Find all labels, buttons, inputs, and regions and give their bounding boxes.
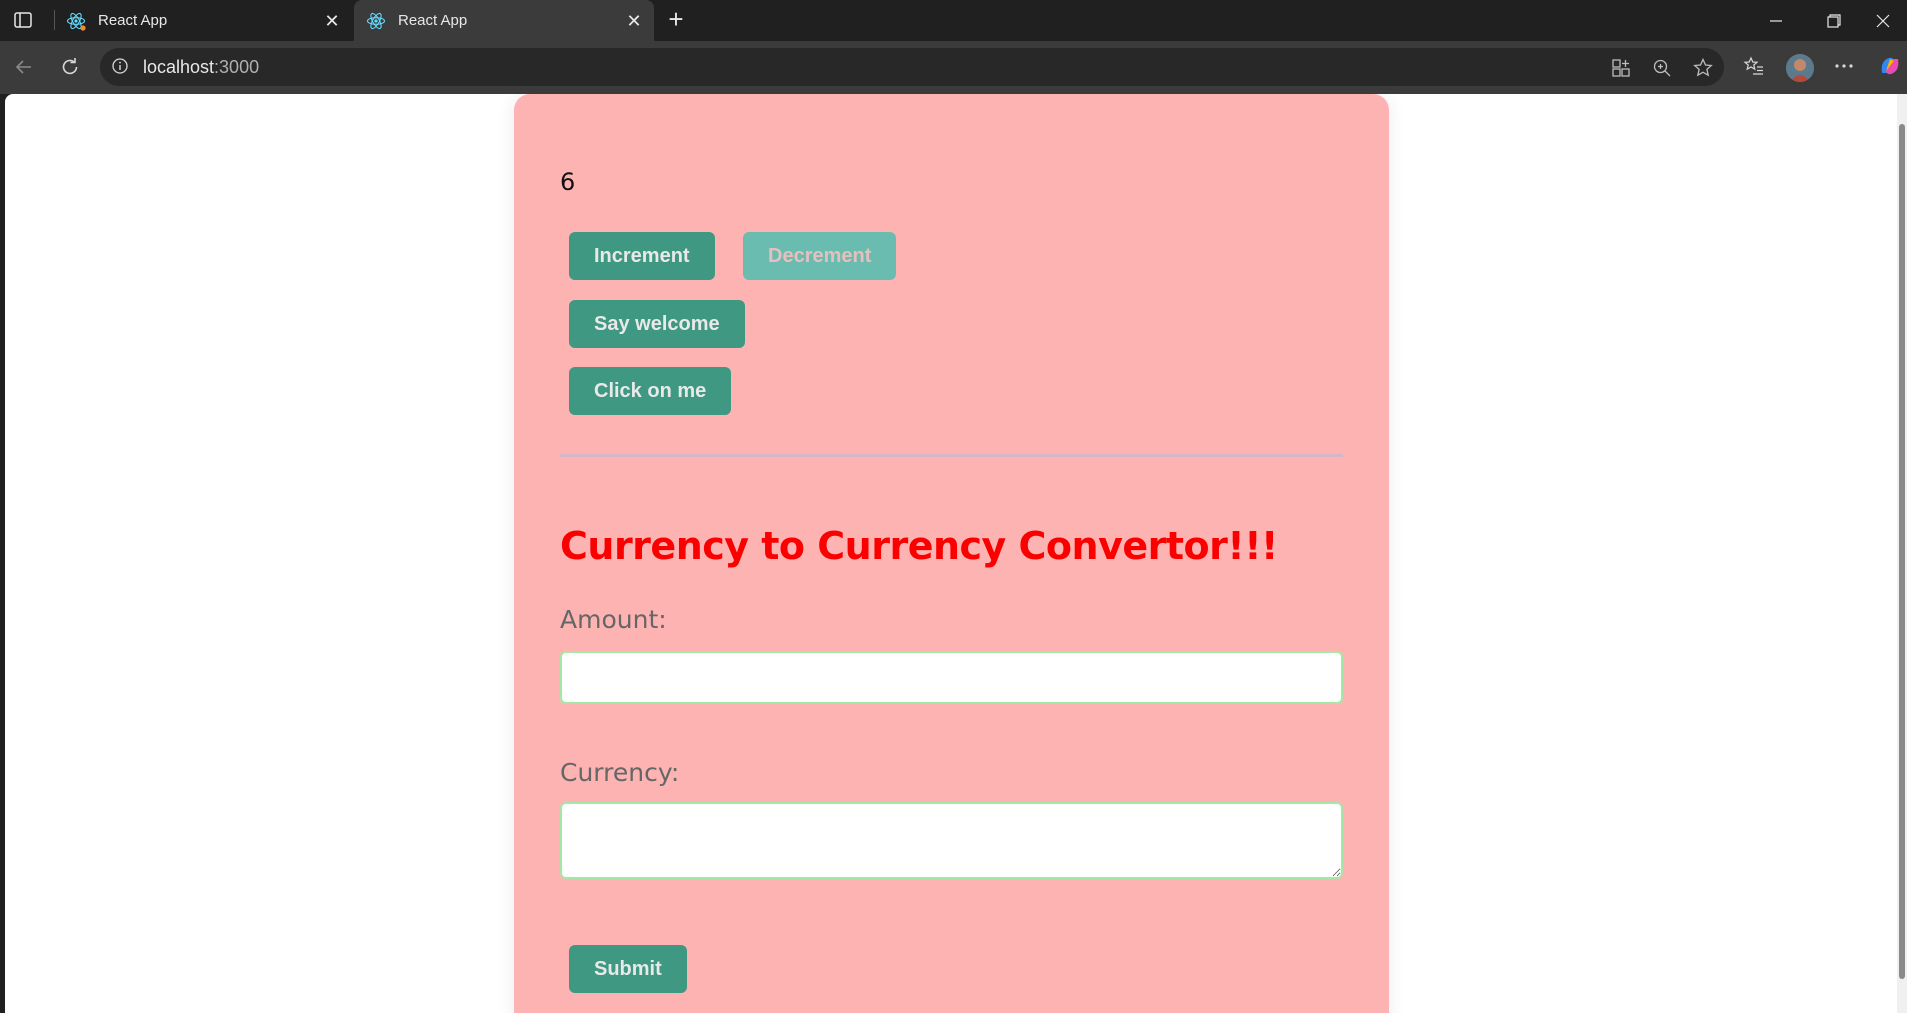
profile-avatar[interactable] xyxy=(1786,54,1814,82)
back-arrow-icon[interactable] xyxy=(10,53,38,81)
counter-value: 6 xyxy=(560,168,576,196)
currency-label: Currency: xyxy=(560,758,680,787)
address-bar[interactable]: localhost:3000 xyxy=(100,48,1724,86)
close-icon[interactable]: ✕ xyxy=(626,12,642,30)
tab-react-app-2[interactable]: React App ✕ xyxy=(354,0,654,41)
converter-title: Currency to Currency Convertor!!! xyxy=(560,524,1278,568)
react-icon xyxy=(66,11,86,31)
page-viewport: 6 Increment Decrement Say welcome Click … xyxy=(5,94,1897,1013)
minimize-icon[interactable] xyxy=(1747,0,1805,41)
app-card: 6 Increment Decrement Say welcome Click … xyxy=(514,94,1389,1013)
url-port: :3000 xyxy=(214,57,260,77)
restore-icon[interactable] xyxy=(1805,0,1863,41)
page-scrollbar[interactable] xyxy=(1897,94,1907,1013)
close-window-icon[interactable] xyxy=(1859,0,1907,41)
scrollbar-thumb[interactable] xyxy=(1899,124,1905,979)
url-text[interactable]: localhost:3000 xyxy=(143,57,259,78)
click-on-me-button[interactable]: Click on me xyxy=(569,367,732,415)
more-options-icon[interactable] xyxy=(1831,53,1857,79)
currency-textarea[interactable] xyxy=(560,802,1343,879)
say-welcome-button[interactable]: Say welcome xyxy=(569,300,745,348)
section-divider xyxy=(560,454,1343,457)
react-icon xyxy=(366,11,386,31)
tab-title: React App xyxy=(398,12,468,29)
site-info-icon[interactable] xyxy=(112,58,128,74)
favorites-list-icon[interactable] xyxy=(1741,53,1767,79)
new-tab-icon[interactable]: + xyxy=(664,6,688,32)
tab-title: React App xyxy=(98,12,168,29)
sidebar-toggle-icon[interactable] xyxy=(13,10,33,30)
submit-button[interactable]: Submit xyxy=(569,945,687,993)
close-icon[interactable]: ✕ xyxy=(324,12,340,30)
zoom-icon[interactable] xyxy=(1651,57,1673,79)
browser-toolbar: localhost:3000 xyxy=(0,41,1907,94)
reload-icon[interactable] xyxy=(56,53,84,81)
copilot-icon[interactable] xyxy=(1877,53,1903,79)
amount-label: Amount: xyxy=(560,605,667,634)
decrement-button[interactable]: Decrement xyxy=(743,232,897,280)
app-available-icon[interactable] xyxy=(1610,57,1632,79)
increment-button[interactable]: Increment xyxy=(569,232,715,280)
url-host: localhost xyxy=(143,57,215,77)
tab-strip: React App ✕ React App ✕ + xyxy=(0,0,1907,41)
favorite-star-icon[interactable] xyxy=(1692,57,1714,79)
tab-react-app-1[interactable]: React App ✕ xyxy=(54,0,352,41)
amount-input[interactable] xyxy=(560,651,1343,704)
